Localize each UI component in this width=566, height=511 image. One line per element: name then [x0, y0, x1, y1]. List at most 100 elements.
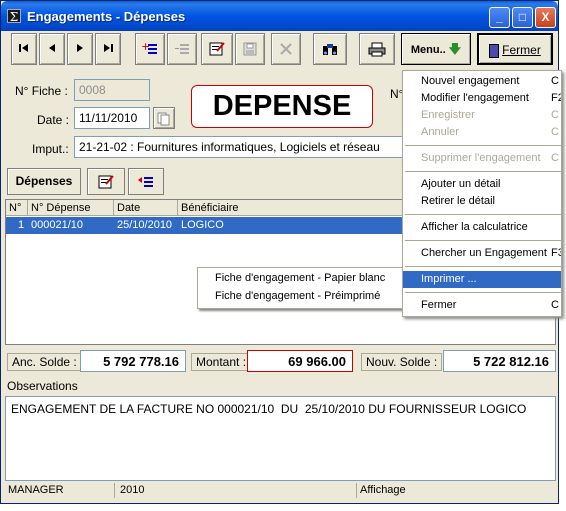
menu-separator	[405, 145, 561, 146]
save-button[interactable]	[235, 33, 265, 65]
menu-item-ajouter-detail[interactable]: Ajouter un détail	[403, 176, 561, 193]
app-sigma-icon: Σ	[7, 9, 21, 24]
column-header[interactable]: N°	[6, 200, 28, 216]
status-user: MANAGER	[5, 483, 115, 498]
fermer-button[interactable]: Fermer	[477, 33, 553, 65]
action-menu: Nouvel engagement C Modifier l'engagement…	[402, 70, 562, 317]
down-arrow-icon: 🡇	[448, 42, 462, 56]
title-bar: Σ Engagements - Dépenses _ □ X	[1, 1, 558, 31]
close-button[interactable]: X	[535, 7, 556, 28]
last-record-icon	[104, 44, 113, 52]
imput-field[interactable]: 21-21-02 : Fournitures informatiques, Lo…	[74, 136, 404, 158]
first-record-button[interactable]	[11, 33, 37, 65]
svg-text:+: +	[141, 41, 150, 53]
next-record-button[interactable]	[67, 33, 93, 65]
edit-note-icon	[98, 175, 114, 189]
search-button[interactable]	[313, 33, 347, 65]
anc-solde-value: 5 792 778.16	[80, 350, 186, 372]
date-label: Date :	[37, 113, 70, 127]
menu-item-shortcut: C	[551, 152, 559, 164]
menu-item-label: Retirer le détail	[421, 195, 495, 207]
menu-item-shortcut: C	[551, 299, 559, 311]
toolbar: + Menu.. 🡇 Fermer	[5, 33, 556, 69]
column-header[interactable]: Date	[114, 200, 178, 216]
menu-item-nouvel-engagement[interactable]: Nouvel engagement C	[403, 73, 561, 90]
status-year: 2010	[117, 483, 357, 498]
remove-list-icon	[175, 44, 189, 54]
imput-label: Imput.:	[32, 142, 69, 156]
document-type-banner: DEPENSE	[191, 85, 373, 128]
menu-item-shortcut: C	[551, 109, 559, 121]
copy-pages-icon	[157, 112, 170, 126]
date-cell: 25/10/2010	[117, 219, 173, 231]
nouv-solde-label: Nouv. Solde :	[361, 353, 443, 371]
menu-item-label: Ajouter un détail	[421, 178, 501, 190]
menu-item-modifier[interactable]: Modifier l'engagement F2	[403, 90, 561, 107]
last-record-button[interactable]	[95, 33, 121, 65]
fiche-label: N° Fiche :	[15, 84, 68, 98]
window-title: Engagements - Dépenses	[27, 9, 186, 24]
beneficiaire-cell: LOGICO	[181, 219, 224, 231]
date-field[interactable]: 11/11/2010	[74, 107, 150, 129]
menu-item-enregistrer[interactable]: Enregistrer C	[403, 107, 561, 124]
montant-value: 69 966.00	[247, 350, 353, 372]
status-mode: Affichage	[360, 484, 406, 496]
menu-separator	[405, 266, 561, 267]
nouv-solde-value: 5 722 812.16	[443, 350, 556, 372]
menu-item-imprimer[interactable]: Imprimer ...	[403, 271, 561, 288]
menu-separator	[405, 171, 561, 172]
next-record-icon	[77, 44, 83, 52]
menu-item-label: Annuler	[421, 126, 459, 138]
menu-item-shortcut: F3	[551, 247, 561, 259]
column-header[interactable]: N° Dépense	[28, 200, 114, 216]
menu-item-supprimer[interactable]: Supprimer l'engagement C	[403, 150, 561, 167]
printer-icon	[368, 42, 386, 57]
menu-item-label: Enregistrer	[421, 109, 475, 121]
menu-item-papier-blanc[interactable]: Fiche d'engagement - Papier blanc	[215, 272, 385, 284]
menu-item-preimprime[interactable]: Fiche d'engagement - Préimprimé	[215, 290, 380, 302]
minimize-button[interactable]: _	[489, 7, 510, 28]
anc-solde-label: Anc. Solde :	[7, 353, 82, 371]
menu-item-fermer[interactable]: Fermer C	[403, 297, 561, 314]
maximize-button[interactable]: □	[512, 7, 533, 28]
add-list-icon: +	[141, 40, 157, 54]
remove-detail-button[interactable]	[167, 33, 197, 65]
menu-item-label: Fermer	[421, 299, 457, 311]
menu-item-label: Chercher un Engagement	[421, 247, 547, 259]
fermer-button-label: Fermer	[502, 43, 541, 57]
calendar-button[interactable]	[153, 107, 175, 129]
fiche-field[interactable]: 0008	[74, 79, 150, 101]
observations-text[interactable]: ENGAGEMENT DE LA FACTURE NO 000021/10 DU…	[5, 396, 556, 481]
menu-separator	[405, 240, 561, 241]
cancel-x-icon	[280, 43, 292, 55]
edit-button[interactable]	[201, 33, 233, 65]
first-record-icon	[19, 44, 28, 52]
menu-item-label: Imprimer ...	[421, 273, 477, 285]
menu-item-shortcut: C	[551, 75, 559, 87]
menu-item-shortcut: C	[551, 126, 559, 138]
menu-item-chercher[interactable]: Chercher un Engagement F3	[403, 245, 561, 262]
tab-edit[interactable]	[87, 168, 125, 195]
menu-item-calculatrice[interactable]: Afficher la calculatrice	[403, 219, 561, 236]
previous-record-button[interactable]	[39, 33, 65, 65]
menu-item-annuler[interactable]: Annuler C	[403, 124, 561, 141]
tab-list[interactable]	[128, 168, 164, 195]
engagements-window: Σ Engagements - Dépenses _ □ X + Menu.. …	[0, 0, 562, 504]
tab-depenses[interactable]: Dépenses	[7, 168, 81, 195]
add-detail-button[interactable]: +	[135, 33, 165, 65]
menu-item-shortcut: F2	[551, 92, 561, 104]
edit-note-icon	[209, 42, 225, 56]
print-submenu: Fiche d'engagement - Papier blanc Fiche …	[197, 267, 406, 309]
previous-record-icon	[49, 44, 55, 52]
menu-item-label: Nouvel engagement	[421, 75, 520, 87]
save-disk-icon	[243, 42, 257, 56]
cancel-button[interactable]	[271, 33, 301, 65]
menu-button[interactable]: Menu.. 🡇	[401, 33, 471, 65]
row-number-cell: 1	[18, 219, 25, 231]
menu-item-label: Modifier l'engagement	[421, 92, 529, 104]
menu-button-label: Menu..	[410, 44, 446, 56]
exit-door-icon	[489, 44, 500, 59]
menu-item-retirer-detail[interactable]: Retirer le détail	[403, 193, 561, 210]
print-button[interactable]	[359, 33, 395, 65]
binoculars-icon	[323, 44, 337, 55]
